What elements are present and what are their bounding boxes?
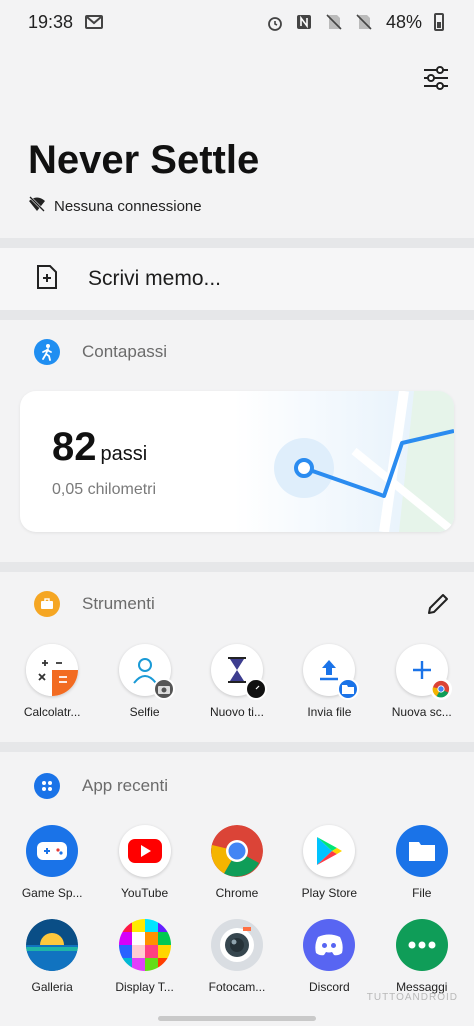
steps-unit: passi	[100, 443, 148, 465]
app-label: Galleria	[31, 980, 73, 994]
status-bar: 19:38 48%	[0, 0, 474, 44]
steps-header: Contapassi	[34, 339, 167, 365]
game-space-icon	[26, 825, 79, 877]
app-label: Chrome	[215, 886, 259, 900]
app-label: Play Store	[301, 886, 358, 900]
tools-section-title: Strumenti	[82, 594, 155, 613]
new-tab-icon	[395, 644, 452, 700]
no-sim-icon	[326, 14, 344, 30]
memo-input[interactable]: Scrivi memo...	[0, 248, 474, 310]
no-sim-icon	[356, 14, 374, 30]
recent-apps-header: App recenti	[34, 773, 168, 799]
nfc-icon	[296, 14, 314, 30]
youtube-icon	[118, 825, 171, 877]
app-label: Invia file	[307, 705, 352, 719]
app-game-space[interactable]: Game Sp...	[8, 825, 96, 900]
display-test-icon	[118, 919, 171, 971]
app-gallery[interactable]: Galleria	[8, 919, 96, 994]
walking-icon	[34, 339, 60, 365]
app-label: Calcolatr...	[23, 705, 81, 719]
app-play-store[interactable]: Play Store	[285, 825, 373, 900]
messages-icon	[395, 919, 448, 971]
watermark: TUTTOANDROID	[366, 992, 458, 1003]
tools-row: Calcolatr... Selfie Nuovo ti... Invia fi…	[0, 644, 474, 719]
clock: 19:38	[28, 11, 74, 32]
recent-apps-title: App recenti	[82, 776, 168, 795]
steps-distance: 0,05 chilometri	[52, 481, 157, 498]
shelf-settings-button[interactable]	[418, 60, 454, 96]
play-store-icon	[303, 825, 356, 877]
app-file[interactable]: File	[378, 825, 466, 900]
gesture-nav-handle[interactable]	[158, 1016, 316, 1021]
app-label: Fotocam...	[208, 980, 266, 994]
app-chrome[interactable]: Chrome	[193, 825, 281, 900]
clock-badge-icon	[244, 678, 267, 700]
selfie-icon	[118, 644, 175, 700]
sliders-icon	[424, 66, 448, 90]
route-map-icon	[234, 391, 454, 532]
alarm-icon	[266, 14, 284, 31]
app-messages[interactable]: Messaggi	[378, 919, 466, 994]
chrome-badge-icon	[429, 678, 452, 700]
battery-percent: 48%	[385, 11, 422, 32]
tool-selfie[interactable]: Selfie	[101, 644, 189, 719]
app-label: Nuovo ti...	[209, 705, 264, 719]
divider	[0, 742, 474, 752]
wifi-off-icon	[28, 196, 46, 216]
app-label: Selfie	[129, 705, 160, 719]
tools-header: Strumenti	[34, 591, 155, 617]
tool-send-file[interactable]: Invia file	[285, 644, 373, 719]
divider	[0, 238, 474, 248]
page-title: Never Settle	[28, 138, 260, 182]
camera-badge-icon	[152, 678, 175, 700]
chrome-icon	[210, 825, 263, 877]
app-label: Nuova sc...	[391, 705, 452, 719]
steps-section-title: Contapassi	[82, 342, 168, 361]
app-label: Game Sp...	[21, 886, 83, 900]
app-label: YouTube	[121, 886, 169, 900]
apps-grid-icon	[34, 773, 60, 799]
timer-icon	[210, 644, 267, 700]
divider	[0, 310, 474, 320]
recent-apps-row: Game Sp... YouTube Chrome Play Store Fil…	[0, 825, 474, 900]
app-camera[interactable]: Fotocam...	[193, 919, 281, 994]
calculator-icon	[26, 644, 79, 696]
edit-tools-button[interactable]	[424, 590, 452, 618]
battery-icon	[434, 13, 444, 31]
discord-icon	[303, 919, 356, 971]
tool-timer[interactable]: Nuovo ti...	[193, 644, 281, 719]
steps-count: 82	[52, 425, 97, 469]
step-counter-card[interactable]: 82 passi 0,05 chilometri	[20, 391, 454, 532]
gallery-icon	[26, 919, 79, 971]
divider	[0, 562, 474, 572]
app-youtube[interactable]: YouTube	[101, 825, 189, 900]
tool-calculator[interactable]: Calcolatr...	[8, 644, 96, 719]
pencil-icon	[428, 594, 448, 614]
camera-icon	[210, 919, 263, 971]
app-label: File	[412, 886, 432, 900]
file-icon	[395, 825, 448, 877]
app-label: Display T...	[115, 980, 174, 994]
app-label: Discord	[309, 980, 350, 994]
app-discord[interactable]: Discord	[285, 919, 373, 994]
wifi-status-label: Nessuna connessione	[54, 197, 202, 215]
toolbox-icon	[34, 591, 60, 617]
send-file-icon	[303, 644, 360, 700]
tool-new-tab[interactable]: Nuova sc...	[378, 644, 466, 719]
gmail-icon	[85, 14, 104, 30]
memo-label: Scrivi memo...	[88, 267, 222, 290]
recent-apps-row: Galleria Display T... Fotocam... Discord…	[0, 919, 474, 994]
new-note-icon	[36, 264, 58, 295]
app-display-test[interactable]: Display T...	[101, 919, 189, 994]
folder-badge-icon	[337, 678, 360, 700]
wifi-status[interactable]: Nessuna connessione	[28, 196, 202, 216]
